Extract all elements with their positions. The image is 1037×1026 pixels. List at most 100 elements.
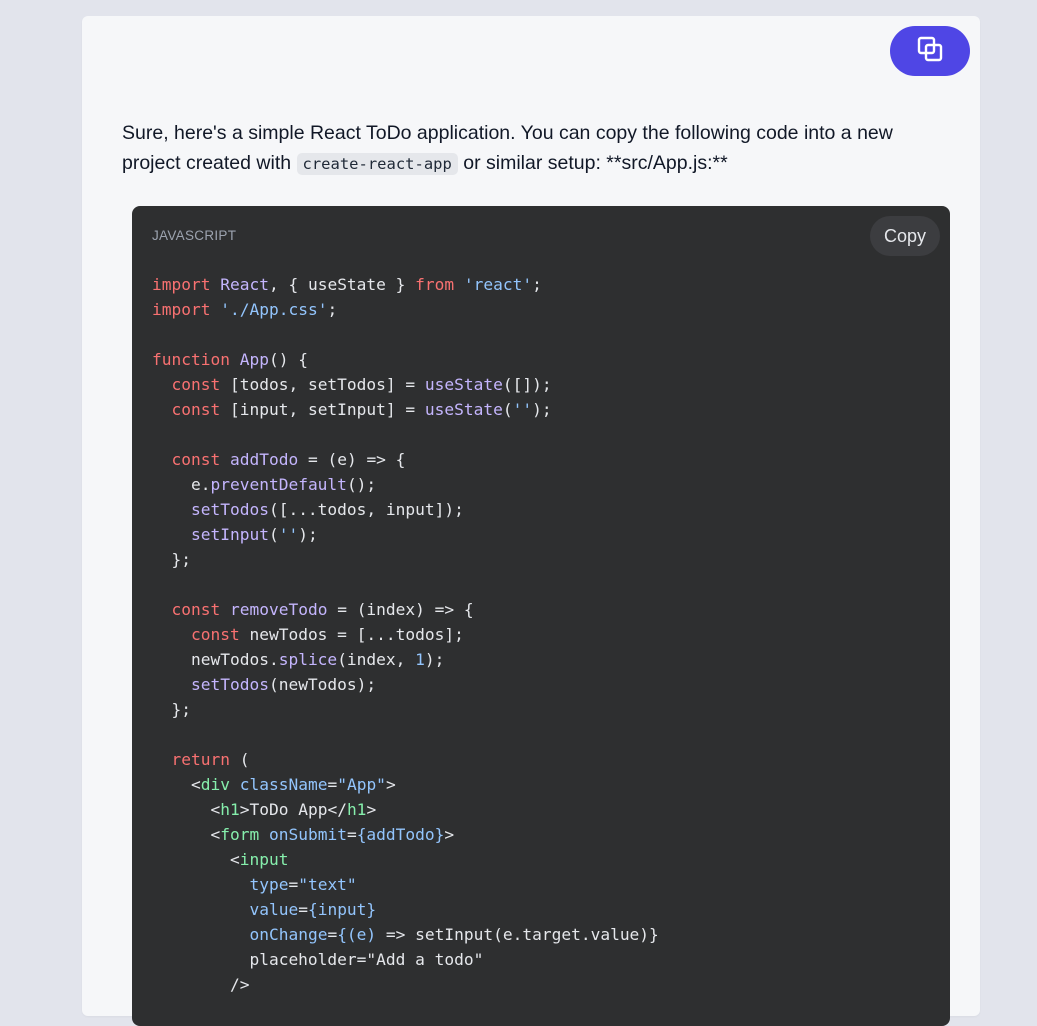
code-token: ([...todos, input]); <box>268 500 464 519</box>
code-token: from <box>415 275 455 294</box>
code-line: setTodos(newTodos); <box>152 672 659 697</box>
code-token: React <box>220 275 269 294</box>
code-line: placeholder="Add a todo" <box>152 947 659 972</box>
code-line: <div className="App"> <box>152 772 659 797</box>
code-token: const <box>171 600 221 619</box>
code-line: value={input} <box>152 897 659 922</box>
code-line: <input <box>152 847 659 872</box>
code-line: import './App.css'; <box>152 297 659 322</box>
inline-code-snippet: create-react-app <box>296 153 458 175</box>
code-token: {input} <box>307 900 377 919</box>
code-token: setTodos <box>190 500 269 519</box>
code-language-label: JAVASCRIPT <box>152 228 237 243</box>
code-line: setTodos([...todos, input]); <box>152 497 659 522</box>
code-line: e.preventDefault(); <box>152 472 659 497</box>
code-token: h1 <box>220 800 240 819</box>
code-token: > <box>444 825 455 844</box>
code-token: onChange <box>249 925 328 944</box>
code-token: const <box>171 400 221 419</box>
code-token: addTodo <box>229 450 299 469</box>
code-token: ( <box>268 525 279 544</box>
code-token: useState <box>424 375 503 394</box>
code-token: return <box>171 750 230 769</box>
code-token: value <box>249 900 299 919</box>
code-token: removeTodo <box>229 600 328 619</box>
code-token: 1 <box>415 650 425 669</box>
code-line: const removeTodo = (index) => { <box>152 597 659 622</box>
code-token: }; <box>152 700 191 719</box>
code-token: = <box>346 825 357 844</box>
copy-windows-icon <box>916 35 944 68</box>
code-token: './App.css' <box>220 300 328 319</box>
code-token: = <box>298 900 308 919</box>
code-token: import <box>152 275 211 294</box>
code-token: "text" <box>298 875 357 894</box>
code-token: => setInput(e.target.value)} <box>376 925 659 944</box>
code-token: '' <box>512 400 533 419</box>
code-line: <form onSubmit={addTodo}> <box>152 822 659 847</box>
code-token: setInput <box>190 525 269 544</box>
code-token: ); <box>298 525 318 544</box>
code-token: className <box>239 775 328 794</box>
assistant-message-text: Sure, here's a simple React ToDo applica… <box>122 118 942 179</box>
chat-message-card: Sure, here's a simple React ToDo applica… <box>82 16 980 1026</box>
code-content: import React, { useState } from 'react';… <box>152 272 659 997</box>
code-token: = (index) => { <box>327 600 474 619</box>
copy-message-button[interactable] <box>890 26 970 76</box>
code-line: const [input, setInput] = useState(''); <box>152 397 659 422</box>
code-line: <h1>ToDo App</h1> <box>152 797 659 822</box>
code-token: = (e) => { <box>298 450 406 469</box>
code-token: ; <box>327 300 338 319</box>
code-token: import <box>152 300 211 319</box>
code-line: const addTodo = (e) => { <box>152 447 659 472</box>
code-token: = <box>288 875 299 894</box>
code-token: = <box>327 925 338 944</box>
code-token: const <box>190 625 240 644</box>
code-token: useState <box>424 400 503 419</box>
code-token: "App" <box>337 775 386 794</box>
code-line: const [todos, setTodos] = useState([]); <box>152 372 659 397</box>
code-token: ([]); <box>502 375 552 394</box>
code-token: onSubmit <box>268 825 347 844</box>
code-line: setInput(''); <box>152 522 659 547</box>
code-token: ( <box>229 750 250 769</box>
code-token: splice <box>278 650 338 669</box>
code-line: }; <box>152 547 659 572</box>
code-token: h1 <box>346 800 367 819</box>
copy-code-button[interactable]: Copy <box>870 216 940 256</box>
code-token: , { useState } <box>268 275 416 294</box>
code-token: function <box>152 350 230 369</box>
code-line: onChange={(e) => setInput(e.target.value… <box>152 922 659 947</box>
code-line: import React, { useState } from 'react'; <box>152 272 659 297</box>
code-token: {addTodo} <box>356 825 445 844</box>
code-line: const newTodos = [...todos]; <box>152 622 659 647</box>
code-token: = <box>327 775 338 794</box>
code-token: const <box>171 375 221 394</box>
code-token: '' <box>278 525 299 544</box>
code-line: type="text" <box>152 872 659 897</box>
code-token: (); <box>346 475 377 494</box>
code-token: [input, setInput] = <box>220 400 425 419</box>
code-token: const <box>171 450 221 469</box>
code-token: > <box>366 800 377 819</box>
code-token: preventDefault <box>210 475 347 494</box>
code-token: newTodos = [...todos]; <box>239 625 464 644</box>
code-token: > <box>385 775 396 794</box>
